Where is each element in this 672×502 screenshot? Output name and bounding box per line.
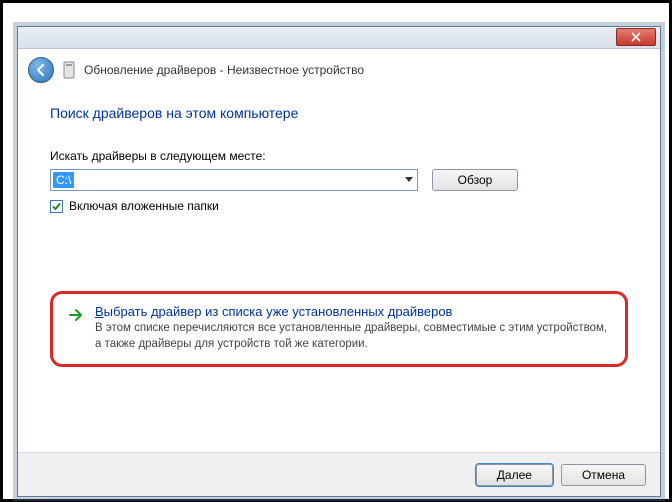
pick-from-list-commandlink[interactable]: Выбрать драйвер из списка уже установлен… — [50, 291, 628, 367]
close-icon — [631, 32, 641, 42]
browse-button[interactable]: Обзор — [432, 169, 518, 191]
include-subfolders-checkbox[interactable] — [50, 200, 63, 213]
search-location-label: Искать драйверы в следующем месте: — [50, 149, 628, 163]
arrow-right-icon — [67, 306, 85, 352]
chevron-down-icon — [405, 177, 413, 183]
next-button[interactable]: Далее — [476, 464, 553, 486]
wizard-window: Обновление драйверов - Неизвестное устро… — [17, 26, 661, 497]
header: Обновление драйверов - Неизвестное устро… — [18, 49, 660, 93]
check-icon — [51, 201, 62, 212]
commandlink-text: Выбрать драйвер из списка уже установлен… — [95, 304, 611, 352]
window-title: Обновление драйверов - Неизвестное устро… — [84, 63, 364, 77]
commandlink-title: Выбрать драйвер из списка уже установлен… — [95, 304, 611, 319]
commandlink-description: В этом списке перечисляются все установл… — [95, 321, 611, 352]
include-subfolders-label: Включая вложенные папки — [69, 199, 219, 213]
close-button[interactable] — [616, 28, 656, 46]
path-value: C:\ — [53, 172, 74, 188]
path-row: C:\ Обзор — [50, 169, 628, 191]
cancel-button[interactable]: Отмена — [561, 464, 646, 486]
device-icon — [62, 61, 76, 79]
include-subfolders-row: Включая вложенные папки — [50, 199, 628, 213]
page-title: Поиск драйверов на этом компьютере — [50, 105, 628, 121]
path-combobox[interactable]: C:\ — [50, 169, 418, 191]
outer-frame: Обновление драйверов - Неизвестное устро… — [0, 0, 672, 502]
titlebar — [18, 27, 660, 49]
content-area: Поиск драйверов на этом компьютере Искат… — [18, 93, 660, 367]
arrow-left-icon — [34, 63, 48, 77]
footer: Далее Отмена — [18, 452, 660, 496]
back-button[interactable] — [28, 57, 54, 83]
